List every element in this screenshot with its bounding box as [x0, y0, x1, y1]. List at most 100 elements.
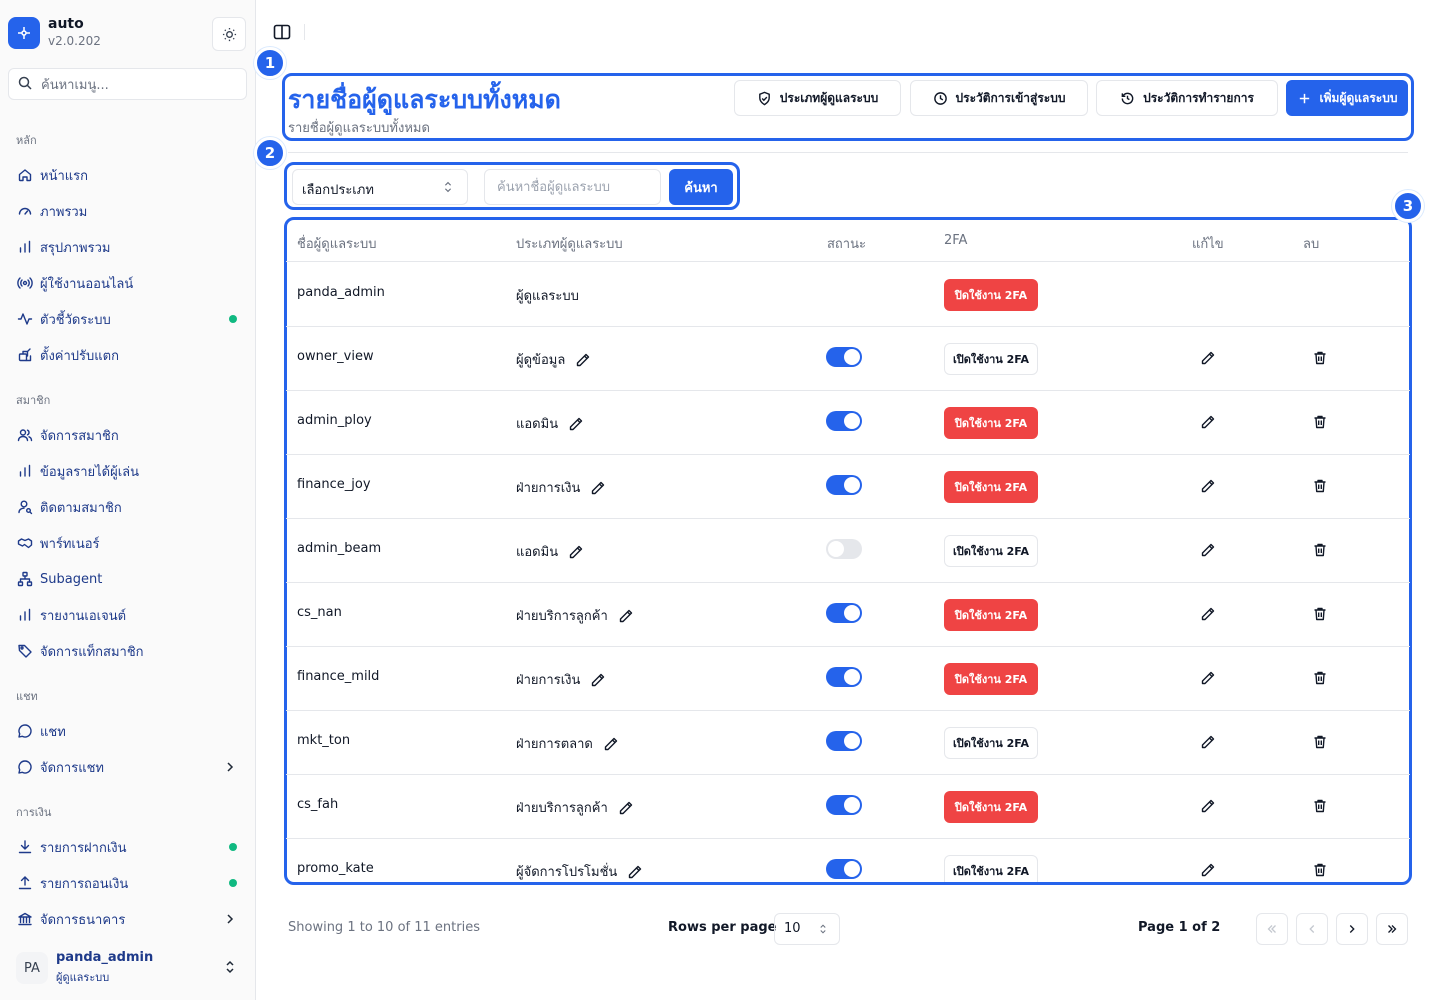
- twofa-button[interactable]: เปิดใช้งาน 2FA: [944, 535, 1038, 567]
- edit-type-icon[interactable]: [568, 544, 584, 560]
- sidebar-toggle-icon[interactable]: [272, 22, 292, 42]
- twofa-button[interactable]: ปิดใช้งาน 2FA: [944, 599, 1038, 631]
- sidebar-item[interactable]: ภาพรวม: [8, 195, 248, 227]
- twofa-button[interactable]: เปิดใช้งาน 2FA: [944, 343, 1038, 375]
- sidebar-item[interactable]: รายการถอนเงิน: [8, 867, 248, 899]
- sidebar-item[interactable]: จัดการแท็กสมาชิก: [8, 635, 248, 667]
- status-toggle[interactable]: [826, 667, 862, 687]
- rows-per-page-select[interactable]: 10: [774, 913, 840, 945]
- trash-icon[interactable]: [1312, 350, 1330, 368]
- twofa-button[interactable]: เปิดใช้งาน 2FA: [944, 727, 1038, 759]
- table-header: ชื่อผู้ดูแลระบบ ประเภทผู้ดูแลระบบ สถานะ …: [286, 220, 1410, 262]
- edit-icon[interactable]: [1200, 414, 1218, 432]
- last-page-button[interactable]: [1376, 913, 1408, 945]
- edit-type-icon[interactable]: [618, 800, 634, 816]
- sidebar-item[interactable]: ติดตามสมาชิก: [8, 491, 248, 523]
- chevron-right-icon: [222, 759, 238, 775]
- theme-toggle-button[interactable]: [212, 17, 246, 51]
- sidebar-item[interactable]: สรุปภาพรวม: [8, 231, 248, 263]
- sidebar-item[interactable]: รายการฝากเงิน: [8, 831, 248, 863]
- trash-icon[interactable]: [1312, 414, 1330, 432]
- edit-icon[interactable]: [1200, 734, 1218, 752]
- trash-icon[interactable]: [1312, 862, 1330, 880]
- marker-2: 2: [254, 137, 286, 169]
- edit-type-icon[interactable]: [590, 672, 606, 688]
- sidebar-item[interactable]: ผู้ใช้งานออนไลน์: [8, 267, 248, 299]
- sidebar-item[interactable]: แชท: [8, 715, 248, 747]
- prev-page-button[interactable]: [1296, 913, 1328, 945]
- edit-type-icon[interactable]: [568, 416, 584, 432]
- gift-icon: [17, 347, 33, 363]
- twofa-button[interactable]: เปิดใช้งาน 2FA: [944, 855, 1038, 882]
- sidebar-item[interactable]: จัดการธนาคาร: [8, 903, 248, 935]
- menu-search[interactable]: [8, 68, 247, 100]
- user-menu[interactable]: PA panda_admin ผู้ดูแลระบบ: [8, 944, 248, 992]
- login-history-button[interactable]: ประวัติการเข้าสู่ระบบ: [910, 80, 1088, 116]
- toggle-knob: [844, 477, 860, 493]
- edit-icon[interactable]: [1200, 862, 1218, 880]
- app-name: auto: [48, 16, 84, 32]
- add-admin-button[interactable]: เพิ่มผู้ดูแลระบบ: [1286, 80, 1408, 116]
- status-toggle[interactable]: [826, 795, 862, 815]
- edit-type-icon[interactable]: [627, 864, 643, 880]
- admin-types-button[interactable]: ประเภทผู้ดูแลระบบ: [734, 80, 901, 116]
- status-toggle[interactable]: [826, 411, 862, 431]
- next-page-button[interactable]: [1336, 913, 1368, 945]
- twofa-button[interactable]: ปิดใช้งาน 2FA: [944, 663, 1038, 695]
- status-dot: [229, 843, 237, 851]
- trash-icon[interactable]: [1312, 542, 1330, 560]
- twofa-button[interactable]: ปิดใช้งาน 2FA: [944, 471, 1038, 503]
- edit-type-icon[interactable]: [590, 480, 606, 496]
- sidebar-item[interactable]: รายงานเอเจนต์: [8, 599, 248, 631]
- edit-type-icon[interactable]: [575, 352, 591, 368]
- status-toggle[interactable]: [826, 539, 862, 559]
- sidebar-item[interactable]: ตัวชี้วัดระบบ: [8, 303, 248, 335]
- sidebar-item[interactable]: หน้าแรก: [8, 159, 248, 191]
- toggle-knob: [844, 413, 860, 429]
- transaction-history-button[interactable]: ประวัติการทำรายการ: [1096, 80, 1278, 116]
- status-toggle[interactable]: [826, 603, 862, 623]
- sidebar-item[interactable]: Subagent: [8, 563, 248, 595]
- column-header: ประเภทผู้ดูแลระบบ: [516, 237, 623, 252]
- sidebar-item[interactable]: ข้อมูลรายได้ผู้เล่น: [8, 455, 248, 487]
- edit-icon[interactable]: [1200, 542, 1218, 560]
- edit-icon[interactable]: [1200, 670, 1218, 688]
- username-cell: admin_ploy: [297, 413, 372, 428]
- menu-search-input[interactable]: [41, 75, 241, 95]
- status-toggle[interactable]: [826, 347, 862, 367]
- edit-icon[interactable]: [1200, 798, 1218, 816]
- status-toggle[interactable]: [826, 475, 862, 495]
- edit-type-icon[interactable]: [603, 736, 619, 752]
- trash-icon[interactable]: [1312, 478, 1330, 496]
- sidebar-group-label: สมาชิก: [16, 394, 51, 407]
- trash-icon[interactable]: [1312, 734, 1330, 752]
- sidebar-item-label: รายการฝากเงิน: [40, 840, 127, 856]
- handshake-icon: [17, 535, 33, 551]
- twofa-button[interactable]: ปิดใช้งาน 2FA: [944, 279, 1038, 311]
- sidebar-item[interactable]: ตั้งค่าปรับแตก: [8, 339, 248, 371]
- admin-search-input[interactable]: [484, 169, 661, 205]
- column-header: ชื่อผู้ดูแลระบบ: [297, 237, 377, 252]
- download-icon: [17, 839, 33, 855]
- sidebar-group-label: แชท: [16, 690, 38, 703]
- edit-icon[interactable]: [1200, 478, 1218, 496]
- search-button[interactable]: ค้นหา: [669, 169, 733, 205]
- sidebar-item[interactable]: จัดการสมาชิก: [8, 419, 248, 451]
- type-select[interactable]: เลือกประเภท: [292, 169, 468, 205]
- username-cell: finance_mild: [297, 669, 380, 684]
- status-toggle[interactable]: [826, 859, 862, 879]
- edit-icon[interactable]: [1200, 350, 1218, 368]
- twofa-button[interactable]: ปิดใช้งาน 2FA: [944, 407, 1038, 439]
- edit-type-icon[interactable]: [618, 608, 634, 624]
- trash-icon[interactable]: [1312, 606, 1330, 624]
- sidebar-item[interactable]: พาร์ทเนอร์: [8, 527, 248, 559]
- type-cell: ฝ่ายการเงิน: [516, 477, 606, 498]
- status-toggle[interactable]: [826, 731, 862, 751]
- twofa-button[interactable]: ปิดใช้งาน 2FA: [944, 791, 1038, 823]
- first-page-button[interactable]: [1256, 913, 1288, 945]
- edit-icon[interactable]: [1200, 606, 1218, 624]
- trash-icon[interactable]: [1312, 798, 1330, 816]
- type-cell: ฝ่ายบริการลูกค้า: [516, 605, 634, 626]
- trash-icon[interactable]: [1312, 670, 1330, 688]
- sidebar-item[interactable]: จัดการแชท: [8, 751, 248, 783]
